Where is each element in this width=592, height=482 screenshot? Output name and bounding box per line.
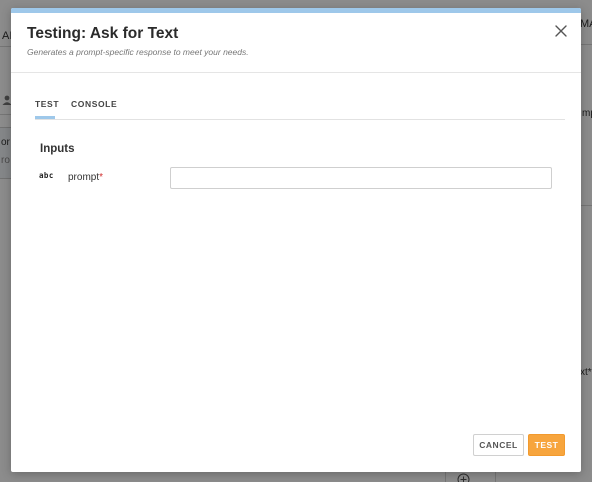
tab-console[interactable]: CONSOLE [71, 97, 117, 119]
test-button[interactable]: TEST [528, 434, 565, 456]
prompt-input[interactable] [170, 167, 552, 189]
tabs-divider [35, 119, 565, 120]
close-icon [555, 24, 567, 42]
header-divider [11, 72, 581, 73]
prompt-label: prompt* [68, 172, 103, 183]
dialog-subtitle: Generates a prompt-specific response to … [27, 47, 249, 57]
tab-test[interactable]: TEST [35, 97, 59, 119]
cancel-button[interactable]: CANCEL [473, 434, 524, 456]
close-button[interactable] [552, 24, 570, 42]
input-field-row: abc prompt* [39, 167, 553, 189]
dialog-title: Testing: Ask for Text [27, 25, 179, 42]
required-marker: * [99, 172, 104, 183]
inputs-heading: Inputs [40, 143, 75, 155]
dialog-accent-bar [11, 8, 581, 13]
testing-dialog: Testing: Ask for Text Generates a prompt… [11, 8, 581, 472]
prompt-label-text: prompt [68, 172, 100, 183]
text-type-icon: abc [39, 171, 54, 180]
dialog-tabs: TEST CONSOLE [35, 97, 117, 119]
